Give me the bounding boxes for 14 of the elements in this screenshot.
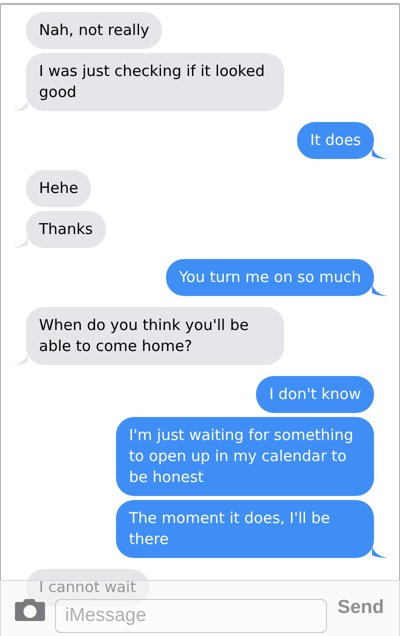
bubble-tail-icon bbox=[372, 147, 388, 159]
camera-icon[interactable] bbox=[14, 596, 46, 620]
message-field[interactable]: iMessage bbox=[55, 598, 327, 632]
bubble-tail-icon bbox=[12, 236, 28, 248]
sent-message: You turn me on so much bbox=[166, 259, 388, 296]
bubble-tail-icon bbox=[372, 284, 388, 296]
received-message: Thanks bbox=[12, 211, 106, 248]
bubble-tail-icon bbox=[372, 546, 388, 558]
received-message: When do you think you'll be able to come home? bbox=[12, 307, 284, 365]
bubble-tail-icon bbox=[12, 353, 28, 365]
sent-message: The moment it does, I'll be there bbox=[116, 500, 388, 558]
bubble-tail-icon bbox=[12, 99, 28, 111]
sent-message: It does bbox=[297, 122, 388, 159]
received-message: I was just checking if it looked good bbox=[12, 53, 284, 111]
